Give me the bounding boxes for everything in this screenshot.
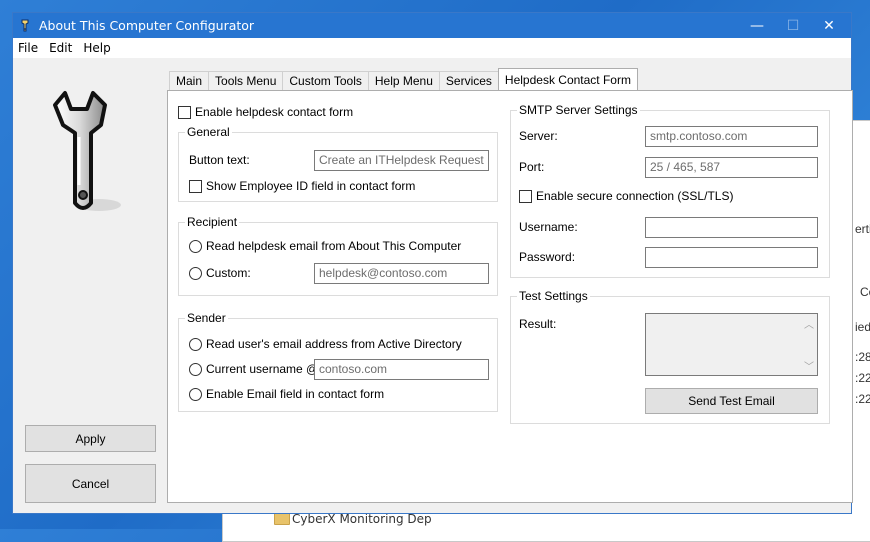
smtp-legend: SMTP Server Settings: [517, 103, 640, 117]
result-scrollbar[interactable]: ︿ ﹀: [800, 314, 817, 375]
recipient-legend: Recipient: [185, 215, 240, 229]
recipient-group: Recipient Read helpdesk email from About…: [178, 215, 498, 296]
radio-circle[interactable]: [189, 387, 202, 401]
app-wrench-icon: [19, 19, 31, 33]
checkbox-box[interactable]: [189, 179, 202, 193]
password-label: Password:: [519, 250, 576, 264]
show-employee-id-checkbox[interactable]: Show Employee ID field in contact form: [189, 179, 415, 193]
ssl-checkbox[interactable]: Enable secure connection (SSL/TLS): [519, 189, 733, 203]
background-text: :28: [855, 350, 870, 364]
radio-circle[interactable]: [189, 337, 202, 351]
password-input[interactable]: [645, 247, 818, 268]
cancel-button[interactable]: Cancel: [25, 464, 156, 503]
result-label: Result:: [519, 317, 557, 331]
username-label: Username:: [519, 220, 578, 234]
radio-circle[interactable]: [189, 362, 202, 376]
background-text: :22: [855, 392, 870, 406]
menu-edit[interactable]: Edit: [44, 41, 78, 55]
helpdesk-tab-panel: Enable helpdesk contact form General But…: [167, 90, 853, 503]
port-input[interactable]: 25 / 465, 587: [645, 157, 818, 178]
tab-services[interactable]: Services: [438, 71, 499, 90]
test-group: Test Settings Result: ︿ ﹀ Send Test Emai…: [510, 289, 830, 424]
result-textarea[interactable]: ︿ ﹀: [645, 313, 818, 376]
button-text-input[interactable]: Create an ITHelpdesk Request: [314, 150, 489, 171]
sender-enable-email-radio[interactable]: Enable Email field in contact form: [189, 387, 384, 401]
test-legend: Test Settings: [517, 289, 590, 303]
ssl-label: Enable secure connection (SSL/TLS): [536, 189, 734, 203]
tab-strip: Main Tools Menu Custom Tools Help Menu S…: [169, 68, 638, 90]
tab-main[interactable]: Main: [169, 71, 210, 90]
sender-read-ad-radio[interactable]: Read user's email address from Active Di…: [189, 337, 462, 351]
radio-circle[interactable]: [189, 239, 202, 253]
checkbox-box[interactable]: [178, 105, 191, 119]
general-group: General Button text: Create an ITHelpdes…: [178, 125, 498, 202]
scroll-up-icon[interactable]: ︿: [804, 316, 814, 331]
minimize-icon[interactable]: —: [739, 13, 775, 38]
sender-domain-input[interactable]: contoso.com: [314, 359, 489, 380]
server-input[interactable]: smtp.contoso.com: [645, 126, 818, 147]
left-panel: Apply Cancel: [13, 59, 167, 515]
sender-group: Sender Read user's email address from Ac…: [178, 311, 498, 412]
enable-helpdesk-label: Enable helpdesk contact form: [195, 105, 354, 119]
general-legend: General: [185, 125, 232, 139]
title-bar[interactable]: About This Computer Configurator — ☐ ✕: [13, 13, 851, 38]
tab-helpdesk-contact-form[interactable]: Helpdesk Contact Form: [497, 68, 638, 90]
recipient-custom-radio[interactable]: Custom:: [189, 266, 251, 280]
sender-read-ad-label: Read user's email address from Active Di…: [206, 337, 462, 351]
send-test-email-button[interactable]: Send Test Email: [645, 388, 818, 414]
menu-file[interactable]: File: [13, 41, 44, 55]
sender-current-user-label: Current username @: [206, 362, 319, 376]
recipient-custom-input[interactable]: helpdesk@contoso.com: [314, 263, 489, 284]
maximize-icon[interactable]: ☐: [775, 13, 811, 38]
scroll-down-icon[interactable]: ﹀: [804, 358, 814, 373]
button-text-label: Button text:: [189, 153, 250, 167]
wrench-logo-icon: [43, 85, 123, 225]
window-title: About This Computer Configurator: [39, 18, 255, 33]
username-input[interactable]: [645, 217, 818, 238]
enable-helpdesk-checkbox[interactable]: Enable helpdesk contact form: [178, 105, 353, 119]
background-text: erti: [855, 222, 870, 236]
sender-legend: Sender: [185, 311, 228, 325]
menu-help[interactable]: Help: [78, 41, 116, 55]
tab-custom-tools[interactable]: Custom Tools: [282, 71, 369, 90]
server-label: Server:: [519, 129, 558, 143]
port-label: Port:: [519, 160, 545, 174]
background-text: Co: [860, 285, 870, 299]
close-icon[interactable]: ✕: [811, 13, 847, 38]
background-text: ied: [855, 320, 870, 334]
checkbox-box[interactable]: [519, 189, 532, 203]
recipient-read-radio[interactable]: Read helpdesk email from About This Comp…: [189, 239, 461, 253]
tab-tools-menu[interactable]: Tools Menu: [208, 71, 284, 90]
sender-current-user-radio[interactable]: Current username @: [189, 362, 318, 376]
sender-enable-email-label: Enable Email field in contact form: [206, 387, 385, 401]
recipient-read-label: Read helpdesk email from About This Comp…: [206, 239, 462, 253]
background-folder-label[interactable]: CyberX Monitoring Dep: [292, 512, 432, 526]
tab-help-menu[interactable]: Help Menu: [367, 71, 440, 90]
recipient-custom-label: Custom:: [206, 266, 251, 280]
background-text: :22: [855, 371, 870, 385]
smtp-group: SMTP Server Settings Server: smtp.contos…: [510, 103, 830, 278]
configurator-window: About This Computer Configurator — ☐ ✕ F…: [12, 12, 853, 515]
show-employee-id-label: Show Employee ID field in contact form: [206, 179, 416, 193]
apply-button[interactable]: Apply: [25, 425, 156, 452]
menu-bar: File Edit Help: [13, 38, 851, 58]
radio-circle[interactable]: [189, 266, 202, 280]
